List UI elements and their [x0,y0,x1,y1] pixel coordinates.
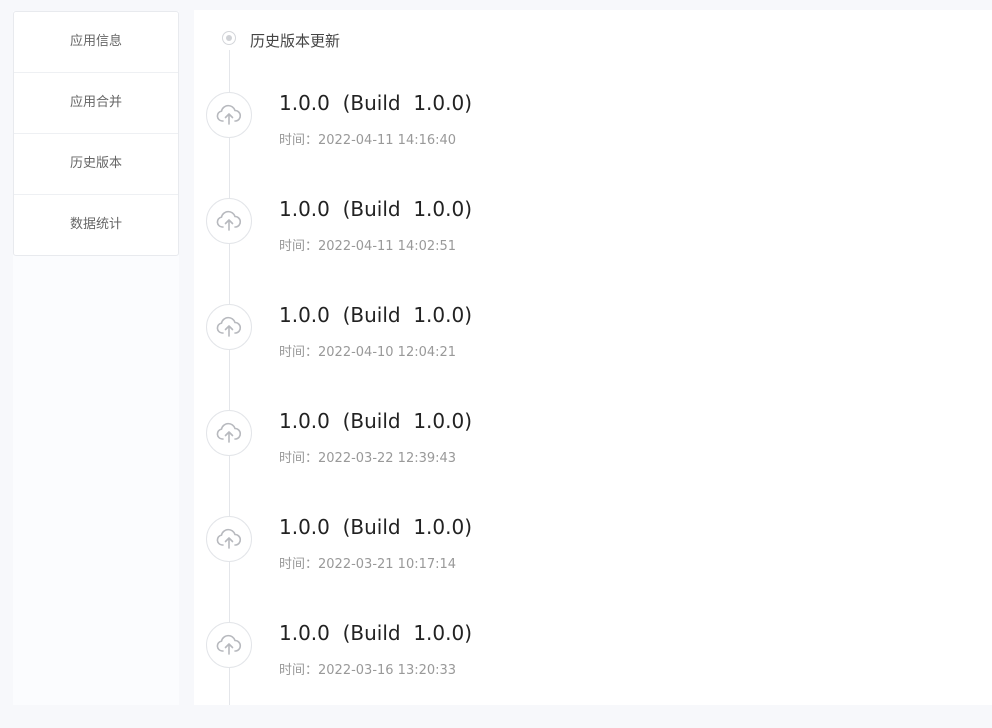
version-time: 时间：2022-03-22 12:39:43 [279,451,457,466]
sidebar: 应用信息 应用合并 历史版本 数据统计 [13,11,179,705]
cloud-upload-icon [206,198,252,244]
timeline-head-dot [222,31,236,45]
version-title: 1.0.0 (Build 1.0.0) [279,621,473,645]
sidebar-item-version-history[interactable]: 历史版本 [14,134,178,195]
version-time: 时间：2022-04-11 14:02:51 [279,239,457,254]
version-title: 1.0.0 (Build 1.0.0) [279,409,473,433]
version-title: 1.0.0 (Build 1.0.0) [279,197,473,221]
cloud-upload-icon [206,622,252,668]
timeline-entry: 1.0.0 (Build 1.0.0) 时间：2022-03-16 13:20:… [194,621,974,728]
version-title: 1.0.0 (Build 1.0.0) [279,91,473,115]
timeline-entry: 1.0.0 (Build 1.0.0) 时间：2022-04-11 14:16:… [194,91,974,198]
sidebar-item-app-merge[interactable]: 应用合并 [14,73,178,134]
version-time: 时间：2022-04-10 12:04:21 [279,345,457,360]
version-time: 时间：2022-03-16 13:20:33 [279,663,457,678]
timeline-entry: 1.0.0 (Build 1.0.0) 时间：2022-04-11 14:02:… [194,197,974,304]
sidebar-item-statistics[interactable]: 数据统计 [14,195,178,255]
timeline-entry: 1.0.0 (Build 1.0.0) 时间：2022-03-21 10:17:… [194,515,974,622]
timeline-entry: 1.0.0 (Build 1.0.0) 时间：2022-03-22 12:39:… [194,409,974,516]
sidebar-menu: 应用信息 应用合并 历史版本 数据统计 [13,11,179,256]
version-time: 时间：2022-03-21 10:17:14 [279,557,457,572]
cloud-upload-icon [206,92,252,138]
version-history-panel: 历史版本更新 1.0.0 (Build 1.0.0) 时间：2022-04-11… [194,10,992,705]
cloud-upload-icon [206,516,252,562]
cloud-upload-icon [206,304,252,350]
cloud-upload-icon [206,410,252,456]
version-title: 1.0.0 (Build 1.0.0) [279,515,473,539]
timeline-entry: 1.0.0 (Build 1.0.0) 时间：2022-04-10 12:04:… [194,303,974,410]
version-time: 时间：2022-04-11 14:16:40 [279,133,457,148]
version-title: 1.0.0 (Build 1.0.0) [279,303,473,327]
timeline-title: 历史版本更新 [250,32,341,50]
sidebar-item-app-info[interactable]: 应用信息 [14,12,178,73]
